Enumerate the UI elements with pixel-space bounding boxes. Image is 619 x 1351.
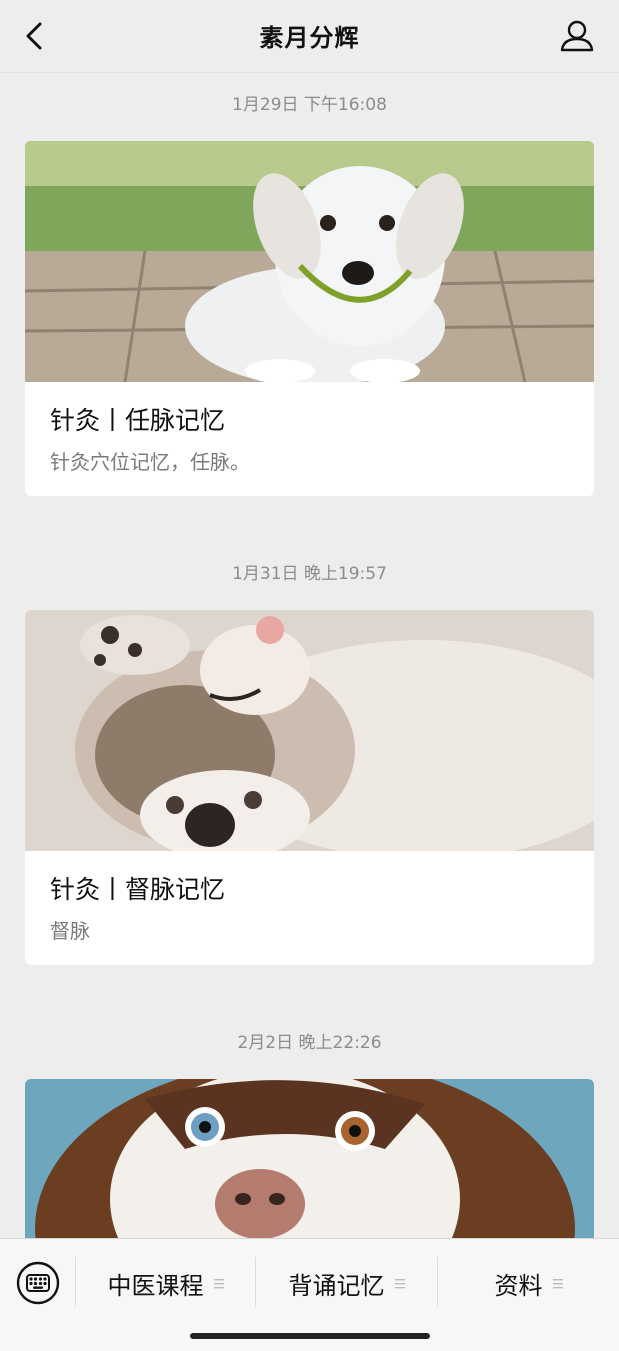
menu-lines-icon [394,1278,405,1288]
card-title: 针灸丨督脉记忆 [50,875,226,904]
profile-icon [560,20,594,52]
card-description: 督脉 [50,919,90,943]
kitten-image [25,610,594,851]
message-timestamp: 1月31日 晚上19:57 [232,564,387,584]
menu-item-label: 中医课程 [107,1271,204,1300]
menu-item-materials[interactable]: 资料 [438,1259,619,1307]
card-title: 针灸丨任脉记忆 [50,406,226,435]
keyboard-icon [16,1261,60,1305]
keyboard-toggle-button[interactable] [14,1259,62,1307]
article-card[interactable] [25,1079,594,1249]
home-indicator[interactable] [190,1333,430,1339]
top-bar: 素月分辉 [0,0,619,73]
article-card[interactable]: 针灸丨任脉记忆 针灸穴位记忆，任脉。 [25,141,594,496]
message-timestamp: 1月29日 下午16:08 [232,95,387,115]
dog-image [25,1079,594,1249]
menu-item-label: 资料 [494,1271,543,1300]
article-card[interactable]: 针灸丨督脉记忆 督脉 [25,610,594,965]
menu-item-label: 背诵记忆 [288,1271,385,1300]
message-timestamp: 2月2日 晚上22:26 [237,1033,382,1053]
menu-item-tcm-courses[interactable]: 中医课程 [76,1259,255,1307]
profile-button[interactable] [557,16,597,56]
puppy-image [25,141,594,382]
page-title: 素月分辉 [259,24,360,52]
menu-lines-icon [552,1278,563,1288]
menu-item-memorization[interactable]: 背诵记忆 [256,1259,437,1307]
menu-lines-icon [213,1278,224,1288]
card-description: 针灸穴位记忆，任脉。 [50,450,250,474]
